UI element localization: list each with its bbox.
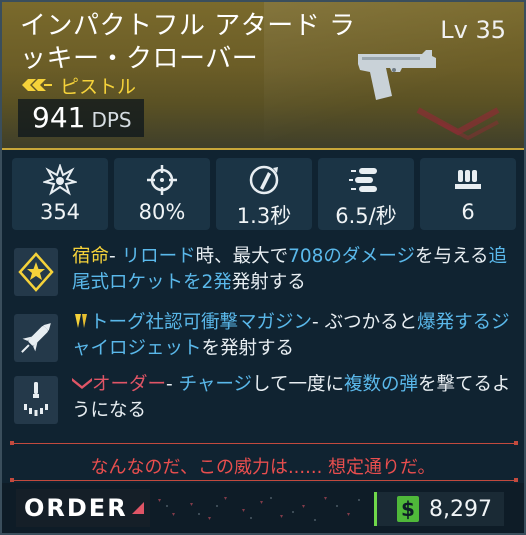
rarity-row: ピストル [22,74,137,98]
crosshair-icon [147,165,177,195]
flavor-divider-top [12,443,516,444]
stat-reload-value: 1.3秒 [236,204,292,228]
bullets-icon [349,168,377,192]
weapon-name: インパクトフル アタード ラッキー・クローバー [20,11,356,74]
flavor-text: なんなのだ、この威力は...... 想定通りだ。 [90,457,436,478]
pistol-icon [358,50,436,100]
flavor-divider-bottom [12,480,516,481]
talent-fate-name: 宿命 [72,246,110,267]
stat-magazine-value: 6 [461,200,475,224]
weapon-level: Lv 35 [440,16,506,44]
stat-fire-rate: 6.5/秒 [318,158,414,230]
talent-order-name: オーダー [92,374,167,395]
dps-value: 941 [32,101,86,134]
price-value: 8,297 [429,496,492,522]
order-chevron-icon [72,378,92,389]
card-footer: ORDER $ 8,297 [2,483,524,533]
dps-box: 941 DPS [18,99,144,137]
weapon-card: インパクトフル アタード ラッキー・クローバー Lv 35 ピストル 941 D… [0,0,526,535]
rocket-icon [21,323,51,353]
talent-fate-text: 宿命- リロード時、最大で708のダメージを与える追尾式ロケットを2発発射する [72,246,507,293]
sell-price: $ 8,297 [374,492,504,526]
weapon-header: インパクトフル アタード ラッキー・クローバー Lv 35 ピストル 941 D… [2,2,524,150]
talent-fate: 宿命- リロード時、最大で708のダメージを与える追尾式ロケットを2発発射する [14,244,516,300]
decorative-dot-pattern [158,497,360,521]
stat-accuracy: 80% [114,158,210,230]
magazine-icon [455,170,481,189]
rarity-icon [22,79,52,91]
star-badge-icon [18,252,54,292]
stats-row: 354 80% 1.3秒 6.5/秒 6 [12,158,516,230]
stat-fire-rate-value: 6.5/秒 [335,204,397,228]
talent-magazine: トーグ社認可衝撃マガジン- ぶつかると爆発するジャイロジェットを発射する [14,310,516,366]
damage-burst-icon [43,164,77,196]
brand-logo: ORDER [16,489,150,527]
brand-name: ORDER [24,494,128,522]
credits-icon: $ [397,496,420,522]
stat-magazine: 6 [420,158,516,230]
talent-magazine-text: トーグ社認可衝撃マガジン- ぶつかると爆発するジャイロジェットを発射する [72,312,510,359]
stat-damage-value: 354 [39,200,81,224]
stat-accuracy-value: 80% [138,200,186,224]
talent-magazine-name: トーグ社認可衝撃マガジン [90,312,313,333]
weapon-type: ピストル [60,75,137,98]
burst-shot-icon [24,382,48,416]
stat-damage: 354 [12,158,108,230]
brand-mark-icon [131,502,144,514]
dps-unit: DPS [91,108,132,132]
reload-icon [249,165,279,195]
stat-reload: 1.3秒 [216,158,312,230]
exotic-mod-icon [75,314,87,328]
talent-order: オーダー- チャージして一度に複数の弾を撃てるようになる [14,372,516,428]
talent-order-text: オーダー- チャージして一度に複数の弾を撃てるようになる [72,374,511,421]
